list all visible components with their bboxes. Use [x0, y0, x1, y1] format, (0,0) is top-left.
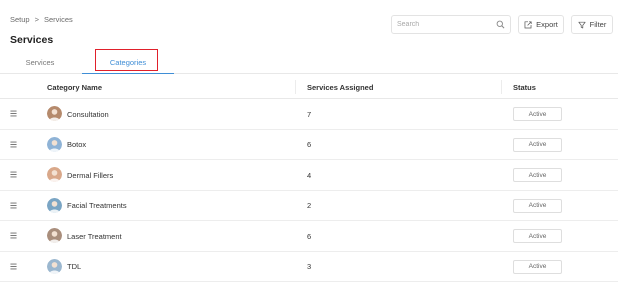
category-avatar [47, 258, 62, 274]
services-assigned-count: 4 [307, 170, 312, 180]
tab-services[interactable]: Services [10, 51, 70, 74]
column-header-category-name: Category Name [47, 82, 103, 92]
filter-icon [578, 21, 586, 28]
category-name: Botox [67, 140, 87, 149]
table-body: Consultation 7 Active Botox 6 Active Der… [0, 99, 618, 282]
services-assigned-count: 6 [307, 231, 312, 241]
column-divider [501, 80, 502, 94]
drag-handle-icon[interactable] [10, 171, 17, 178]
filter-label: Filter [589, 20, 607, 29]
drag-handle-icon[interactable] [10, 141, 17, 148]
tab-categories[interactable]: Categories [82, 51, 174, 74]
drag-handle-icon[interactable] [10, 263, 17, 270]
table-row[interactable]: Consultation 7 Active [0, 99, 618, 130]
breadcrumb-setup-link[interactable]: Setup [10, 15, 30, 24]
status-badge[interactable]: Active [513, 198, 562, 213]
search-icon[interactable] [496, 20, 505, 29]
export-label: Export [536, 20, 558, 29]
category-name: TDL [67, 262, 82, 271]
table-row[interactable]: Dermal Fillers 4 Active [0, 160, 618, 191]
table-row[interactable]: TDL 3 Active [0, 252, 618, 282]
column-header-services-assigned: Services Assigned [307, 82, 374, 92]
category-avatar [47, 106, 62, 121]
table-row[interactable]: Botox 6 Active [0, 130, 618, 160]
status-badge[interactable]: Active [513, 137, 562, 152]
category-name: Consultation [67, 109, 109, 119]
column-header-status: Status [513, 82, 536, 92]
breadcrumb-separator: > [34, 15, 39, 24]
services-assigned-count: 2 [307, 201, 312, 210]
drag-handle-icon[interactable] [10, 110, 17, 117]
search-input[interactable] [397, 21, 496, 28]
category-avatar [47, 136, 62, 152]
category-name: Facial Treatments [67, 201, 127, 210]
category-avatar [47, 228, 62, 243]
status-badge[interactable]: Active [513, 168, 562, 182]
search-box [391, 15, 511, 34]
table-header: Category Name Services Assigned Status [0, 75, 618, 99]
category-avatar [47, 197, 62, 213]
column-divider [295, 80, 296, 94]
breadcrumb-current: Services [44, 15, 73, 24]
services-assigned-count: 6 [307, 140, 312, 149]
drag-handle-icon[interactable] [10, 232, 17, 239]
tab-bar: Services Categories [0, 51, 618, 74]
status-badge[interactable]: Active [513, 229, 562, 243]
services-assigned-count: 3 [307, 262, 312, 271]
export-button[interactable]: Export [518, 15, 564, 34]
category-name: Laser Treatment [67, 231, 122, 241]
category-avatar [47, 167, 62, 182]
category-name: Dermal Fillers [67, 170, 114, 180]
breadcrumb: Setup > Services [10, 15, 73, 24]
filter-button[interactable]: Filter [571, 15, 613, 34]
export-icon [524, 20, 532, 28]
table-row[interactable]: Laser Treatment 6 Active [0, 221, 618, 252]
categories-table: Category Name Services Assigned Status C… [0, 75, 618, 282]
page-title: Services [10, 34, 54, 46]
drag-handle-icon[interactable] [10, 202, 17, 209]
services-assigned-count: 7 [307, 109, 312, 119]
status-badge[interactable]: Active [513, 259, 562, 274]
table-row[interactable]: Facial Treatments 2 Active [0, 191, 618, 221]
status-badge[interactable]: Active [513, 107, 562, 121]
